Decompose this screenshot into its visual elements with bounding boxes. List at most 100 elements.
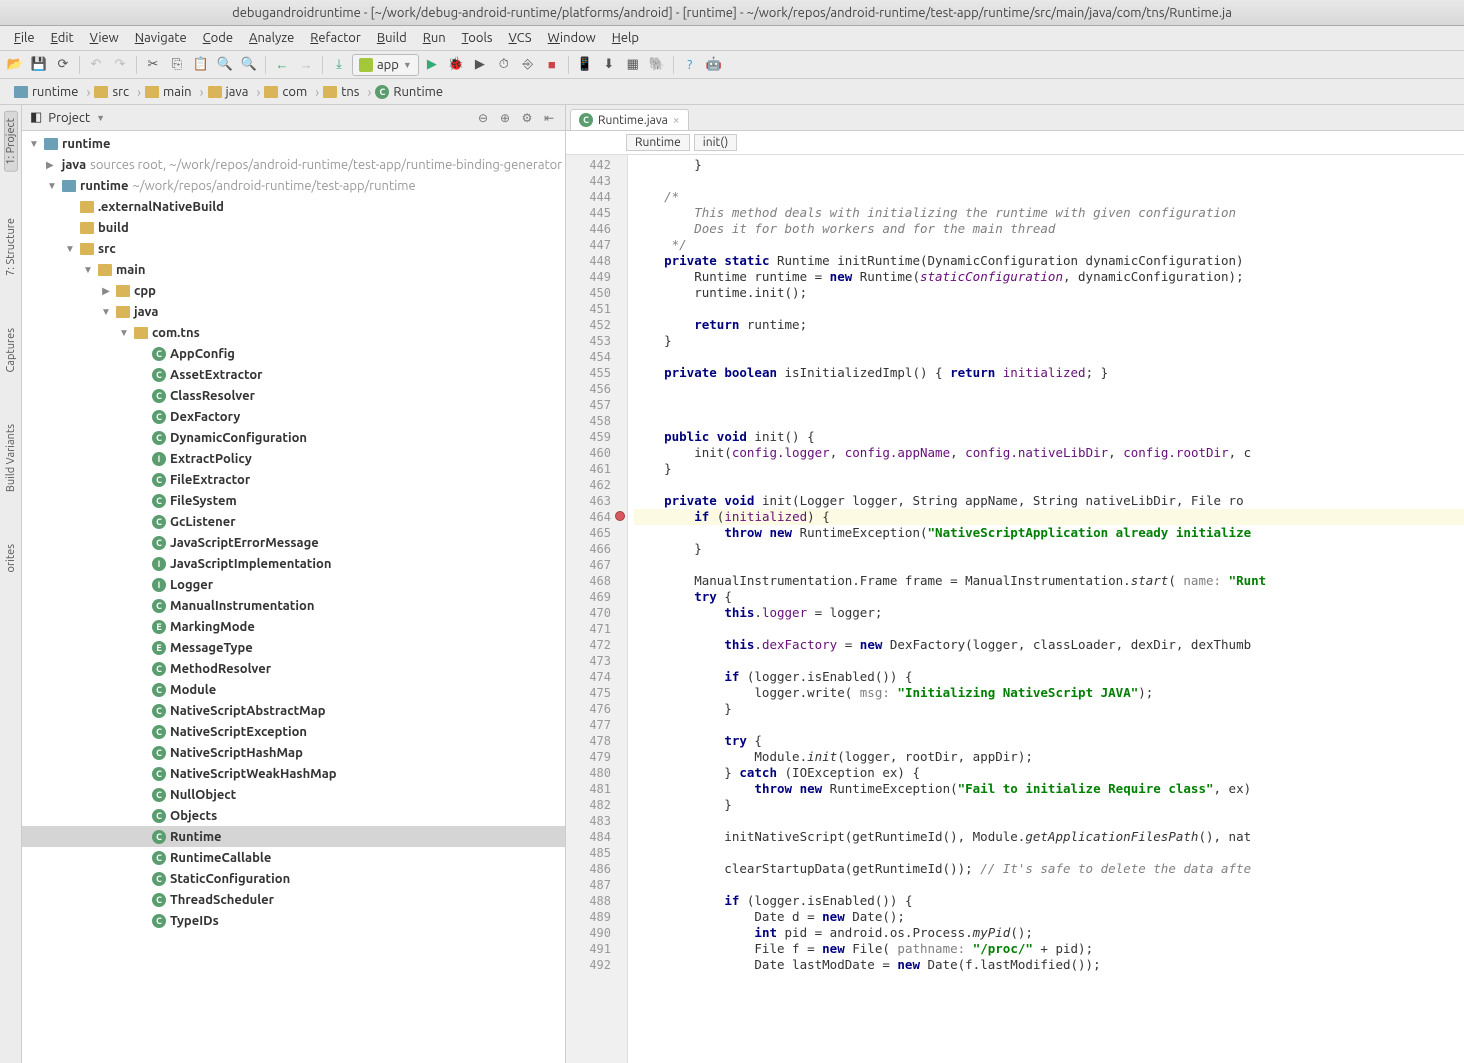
menu-refactor[interactable]: Refactor — [302, 28, 369, 48]
redo-icon[interactable]: ↷ — [109, 54, 131, 76]
stop-icon[interactable]: ■ — [541, 54, 563, 76]
menu-edit[interactable]: Edit — [43, 28, 82, 48]
tree-item-appconfig[interactable]: CAppConfig — [22, 343, 565, 364]
chevron-down-icon[interactable]: ▼ — [96, 113, 105, 123]
tree-item-objects[interactable]: CObjects — [22, 805, 565, 826]
crumb-com[interactable]: com — [256, 85, 315, 99]
make-icon[interactable]: ⤓ — [328, 54, 350, 76]
open-icon[interactable]: 📂 — [4, 54, 26, 76]
tree-item-runtime[interactable]: ▼runtime ~/work/repos/android-runtime/te… — [22, 175, 565, 196]
gradle-icon[interactable]: 🐘 — [646, 54, 668, 76]
tree-item-typeids[interactable]: CTypeIDs — [22, 910, 565, 931]
side-tab-project[interactable]: 1: Project — [4, 111, 18, 172]
tree-item-logger[interactable]: ILogger — [22, 574, 565, 595]
replace-icon[interactable]: 🔍 — [238, 54, 260, 76]
tree-item-comtns[interactable]: ▼com.tns — [22, 322, 565, 343]
tree-item-markingmode[interactable]: EMarkingMode — [22, 616, 565, 637]
save-icon[interactable]: 💾 — [28, 54, 50, 76]
tree-item-nativescriptexception[interactable]: CNativeScriptException — [22, 721, 565, 742]
run-icon[interactable]: ▶ — [421, 54, 443, 76]
cut-icon[interactable]: ✂ — [142, 54, 164, 76]
collapse-icon[interactable]: ⊖ — [475, 110, 491, 126]
tree-item-staticconfiguration[interactable]: CStaticConfiguration — [22, 868, 565, 889]
tree-item-main[interactable]: ▼main — [22, 259, 565, 280]
close-icon[interactable]: × — [673, 114, 680, 127]
tree-item-dexfactory[interactable]: CDexFactory — [22, 406, 565, 427]
side-tab-orites[interactable]: orites — [5, 538, 17, 578]
sdk-icon[interactable]: ⬇ — [598, 54, 620, 76]
crumb-runtime[interactable]: CRuntime — [367, 85, 451, 99]
side-tab-captures[interactable]: Captures — [5, 322, 17, 378]
debug-icon[interactable]: 🐞 — [445, 54, 467, 76]
menu-build[interactable]: Build — [369, 28, 415, 48]
crumb-main[interactable]: main — [137, 85, 199, 99]
tree-item-nativescriptabstractmap[interactable]: CNativeScriptAbstractMap — [22, 700, 565, 721]
tree-item-dynamicconfiguration[interactable]: CDynamicConfiguration — [22, 427, 565, 448]
tree-item-runtime[interactable]: ▼runtime — [22, 133, 565, 154]
tree-item-build[interactable]: build — [22, 217, 565, 238]
tree-item-nullobject[interactable]: CNullObject — [22, 784, 565, 805]
help-icon[interactable]: ? — [679, 54, 701, 76]
tree-item-methodresolver[interactable]: CMethodResolver — [22, 658, 565, 679]
project-tree[interactable]: ▼runtime▶java sources root, ~/work/repos… — [22, 131, 565, 1063]
nav-init[interactable]: init() — [694, 134, 738, 151]
menu-vcs[interactable]: VCS — [501, 28, 540, 48]
menu-tools[interactable]: Tools — [454, 28, 501, 48]
side-tab-buildvariants[interactable]: Build Variants — [5, 418, 17, 498]
tree-item-runtimecallable[interactable]: CRuntimeCallable — [22, 847, 565, 868]
tree-item-nativescripthashmap[interactable]: CNativeScriptHashMap — [22, 742, 565, 763]
tree-item-runtime[interactable]: CRuntime — [22, 826, 565, 847]
hide-icon[interactable]: ⇤ — [541, 110, 557, 126]
paste-icon[interactable]: 📋 — [190, 54, 212, 76]
tree-item-cpp[interactable]: ▶cpp — [22, 280, 565, 301]
settings-icon[interactable]: ⚙ — [519, 110, 535, 126]
tree-item-javascriptimplementation[interactable]: IJavaScriptImplementation — [22, 553, 565, 574]
code-content[interactable]: } /* This method deals with initializing… — [628, 155, 1464, 1063]
tree-item-java[interactable]: ▶java sources root, ~/work/repos/android… — [22, 154, 565, 175]
android-logo-icon[interactable]: 🤖 — [703, 54, 725, 76]
undo-icon[interactable]: ↶ — [85, 54, 107, 76]
crumb-java[interactable]: java — [200, 85, 257, 99]
menu-run[interactable]: Run — [415, 28, 454, 48]
profile-icon[interactable]: ⏱ — [493, 54, 515, 76]
line-gutter[interactable]: 4424434444454464474484494504514524534544… — [566, 155, 628, 1063]
crumb-tns[interactable]: tns — [315, 85, 367, 99]
tree-item-classresolver[interactable]: CClassResolver — [22, 385, 565, 406]
side-tab-structure[interactable]: 7: Structure — [5, 212, 17, 282]
tree-item-gclistener[interactable]: CGcListener — [22, 511, 565, 532]
tree-item-extractpolicy[interactable]: IExtractPolicy — [22, 448, 565, 469]
back-icon[interactable]: ← — [271, 54, 293, 76]
layout-icon[interactable]: ▦ — [622, 54, 644, 76]
menu-code[interactable]: Code — [195, 28, 241, 48]
menu-help[interactable]: Help — [604, 28, 647, 48]
crumb-src[interactable]: src — [86, 85, 137, 99]
tree-item-src[interactable]: ▼src — [22, 238, 565, 259]
tree-item-fileextractor[interactable]: CFileExtractor — [22, 469, 565, 490]
breakpoint-marker[interactable] — [615, 511, 625, 521]
tree-item-manualinstrumentation[interactable]: CManualInstrumentation — [22, 595, 565, 616]
sync-icon[interactable]: ⟳ — [52, 54, 74, 76]
tree-item-module[interactable]: CModule — [22, 679, 565, 700]
nav-runtime[interactable]: Runtime — [626, 134, 690, 151]
tree-item-externalnativebuild[interactable]: .externalNativeBuild — [22, 196, 565, 217]
tree-item-assetextractor[interactable]: CAssetExtractor — [22, 364, 565, 385]
tree-item-threadscheduler[interactable]: CThreadScheduler — [22, 889, 565, 910]
copy-icon[interactable]: ⎘ — [166, 54, 188, 76]
attach-icon[interactable]: ⎆ — [517, 54, 539, 76]
menu-navigate[interactable]: Navigate — [127, 28, 195, 48]
menu-window[interactable]: Window — [540, 28, 604, 48]
tree-item-javascripterrormessage[interactable]: CJavaScriptErrorMessage — [22, 532, 565, 553]
forward-icon[interactable]: → — [295, 54, 317, 76]
menu-view[interactable]: View — [82, 28, 127, 48]
tree-item-java[interactable]: ▼java — [22, 301, 565, 322]
project-panel-title[interactable]: Project — [48, 111, 90, 125]
coverage-icon[interactable]: ▶ — [469, 54, 491, 76]
menu-file[interactable]: File — [6, 28, 43, 48]
tree-item-messagetype[interactable]: EMessageType — [22, 637, 565, 658]
avd-icon[interactable]: 📱 — [574, 54, 596, 76]
find-icon[interactable]: 🔍 — [214, 54, 236, 76]
run-config-selector[interactable]: app ▼ — [352, 54, 419, 76]
locate-icon[interactable]: ⊕ — [497, 110, 513, 126]
tree-item-nativescriptweakhashmap[interactable]: CNativeScriptWeakHashMap — [22, 763, 565, 784]
menu-analyze[interactable]: Analyze — [241, 28, 302, 48]
